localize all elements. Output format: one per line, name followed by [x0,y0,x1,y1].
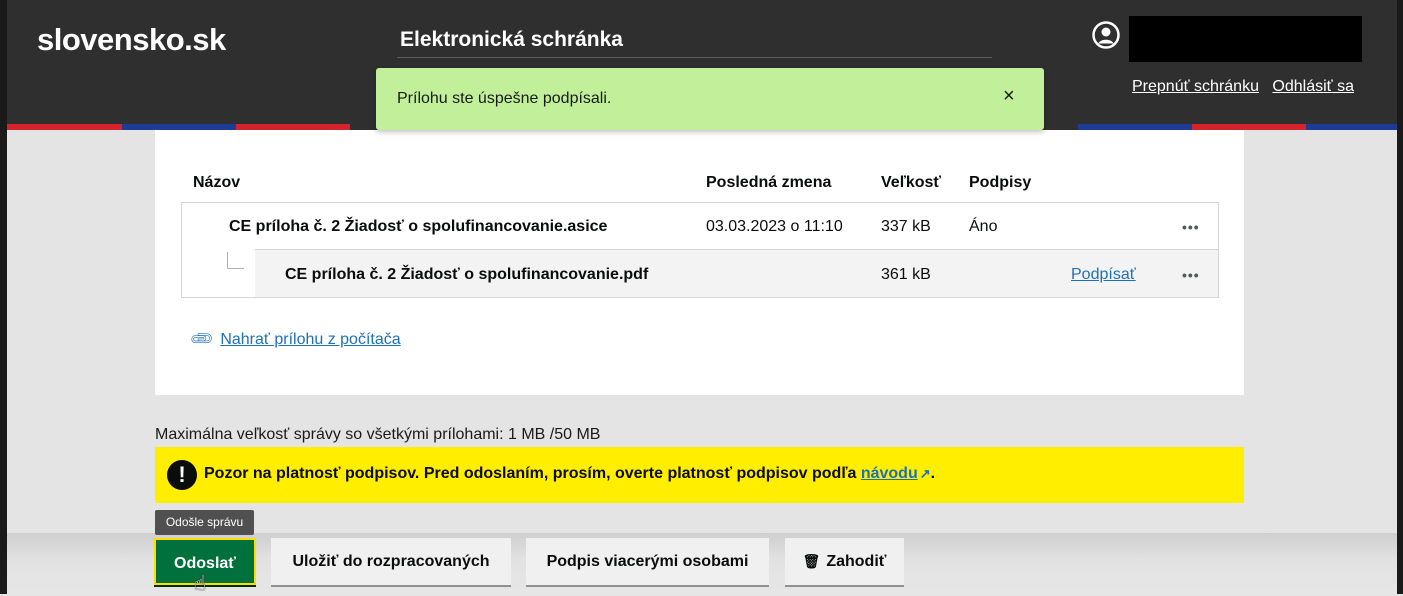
header-links: Prepnúť schránku Odhlásiť sa [1132,78,1363,96]
flag-stripe [7,124,122,130]
user-name-redacted [1129,16,1362,62]
sign-link[interactable]: Podpísať [1071,266,1136,284]
file-size: 361 kB [881,266,931,283]
window-frame-left [0,0,7,594]
file-name[interactable]: CE príloha č. 2 Žiadosť o spolufinancova… [229,218,607,236]
switch-mailbox-link[interactable]: Prepnúť schránku [1132,78,1259,95]
pointer-cursor-icon: ☝︎ [194,573,207,595]
discard-button[interactable]: 🗑︎ Zahodiť [785,538,904,585]
toast-message: Prílohu ste úspešne podpísali. [397,90,612,107]
guide-link[interactable]: návodu [861,465,918,482]
multi-sign-button[interactable]: Podpis viacerými osobami [526,538,769,585]
close-icon[interactable]: × [1003,86,1015,106]
trash-icon: 🗑︎ [802,553,821,569]
column-header-name[interactable]: Názov [193,174,240,192]
save-draft-button[interactable]: Uložiť do rozpracovaných [271,538,511,585]
user-icon[interactable] [1092,21,1120,49]
warning-banner: ! Pozor na platnosť podpisov. Pred odosl… [155,447,1244,503]
row-divider [255,249,1219,250]
warning-icon: ! [167,460,197,490]
more-icon[interactable]: ••• [1182,219,1200,235]
site-logo[interactable]: slovensko.sk [37,22,226,58]
file-signatures: Áno [969,218,998,235]
external-link-icon: ↗ [919,466,931,481]
column-header-modified[interactable]: Posledná zmena [706,174,831,192]
warning-suffix: . [930,465,936,482]
logout-link[interactable]: Odhlásiť sa [1272,78,1354,95]
send-tooltip: Odošle správu [155,510,254,535]
success-toast: Prílohu ste úspešne podpísali. × [376,68,1044,130]
warning-text: Pozor na platnosť podpisov. Pred odoslan… [204,465,857,482]
flag-stripe [1306,124,1397,130]
discard-label: Zahodiť [826,553,887,570]
warning-text-wrapper: Pozor na platnosť podpisov. Pred odoslan… [204,465,935,483]
column-header-size[interactable]: Veľkosť [881,174,941,192]
file-size: 337 kB [881,218,931,235]
file-name[interactable]: CE príloha č. 2 Žiadosť o spolufinancova… [285,266,648,284]
upload-attachment-link[interactable]: Nahrať prílohu z počítača [220,331,400,348]
paperclip-icon: 📎︎ [189,326,216,353]
title-divider [397,57,992,58]
column-header-signatures[interactable]: Podpisy [969,174,1031,192]
window-frame-right [1397,0,1403,594]
tree-connector [227,252,244,269]
more-icon[interactable]: ••• [1182,267,1200,283]
max-size-info: Maximálna veľkosť správy so všetkými prí… [155,426,601,443]
file-modified: 03.03.2023 o 11:10 [706,218,843,235]
upload-attachment[interactable]: 📎︎ Nahrať prílohu z počítača [189,326,400,352]
app-title: Elektronická schránka [400,28,623,51]
